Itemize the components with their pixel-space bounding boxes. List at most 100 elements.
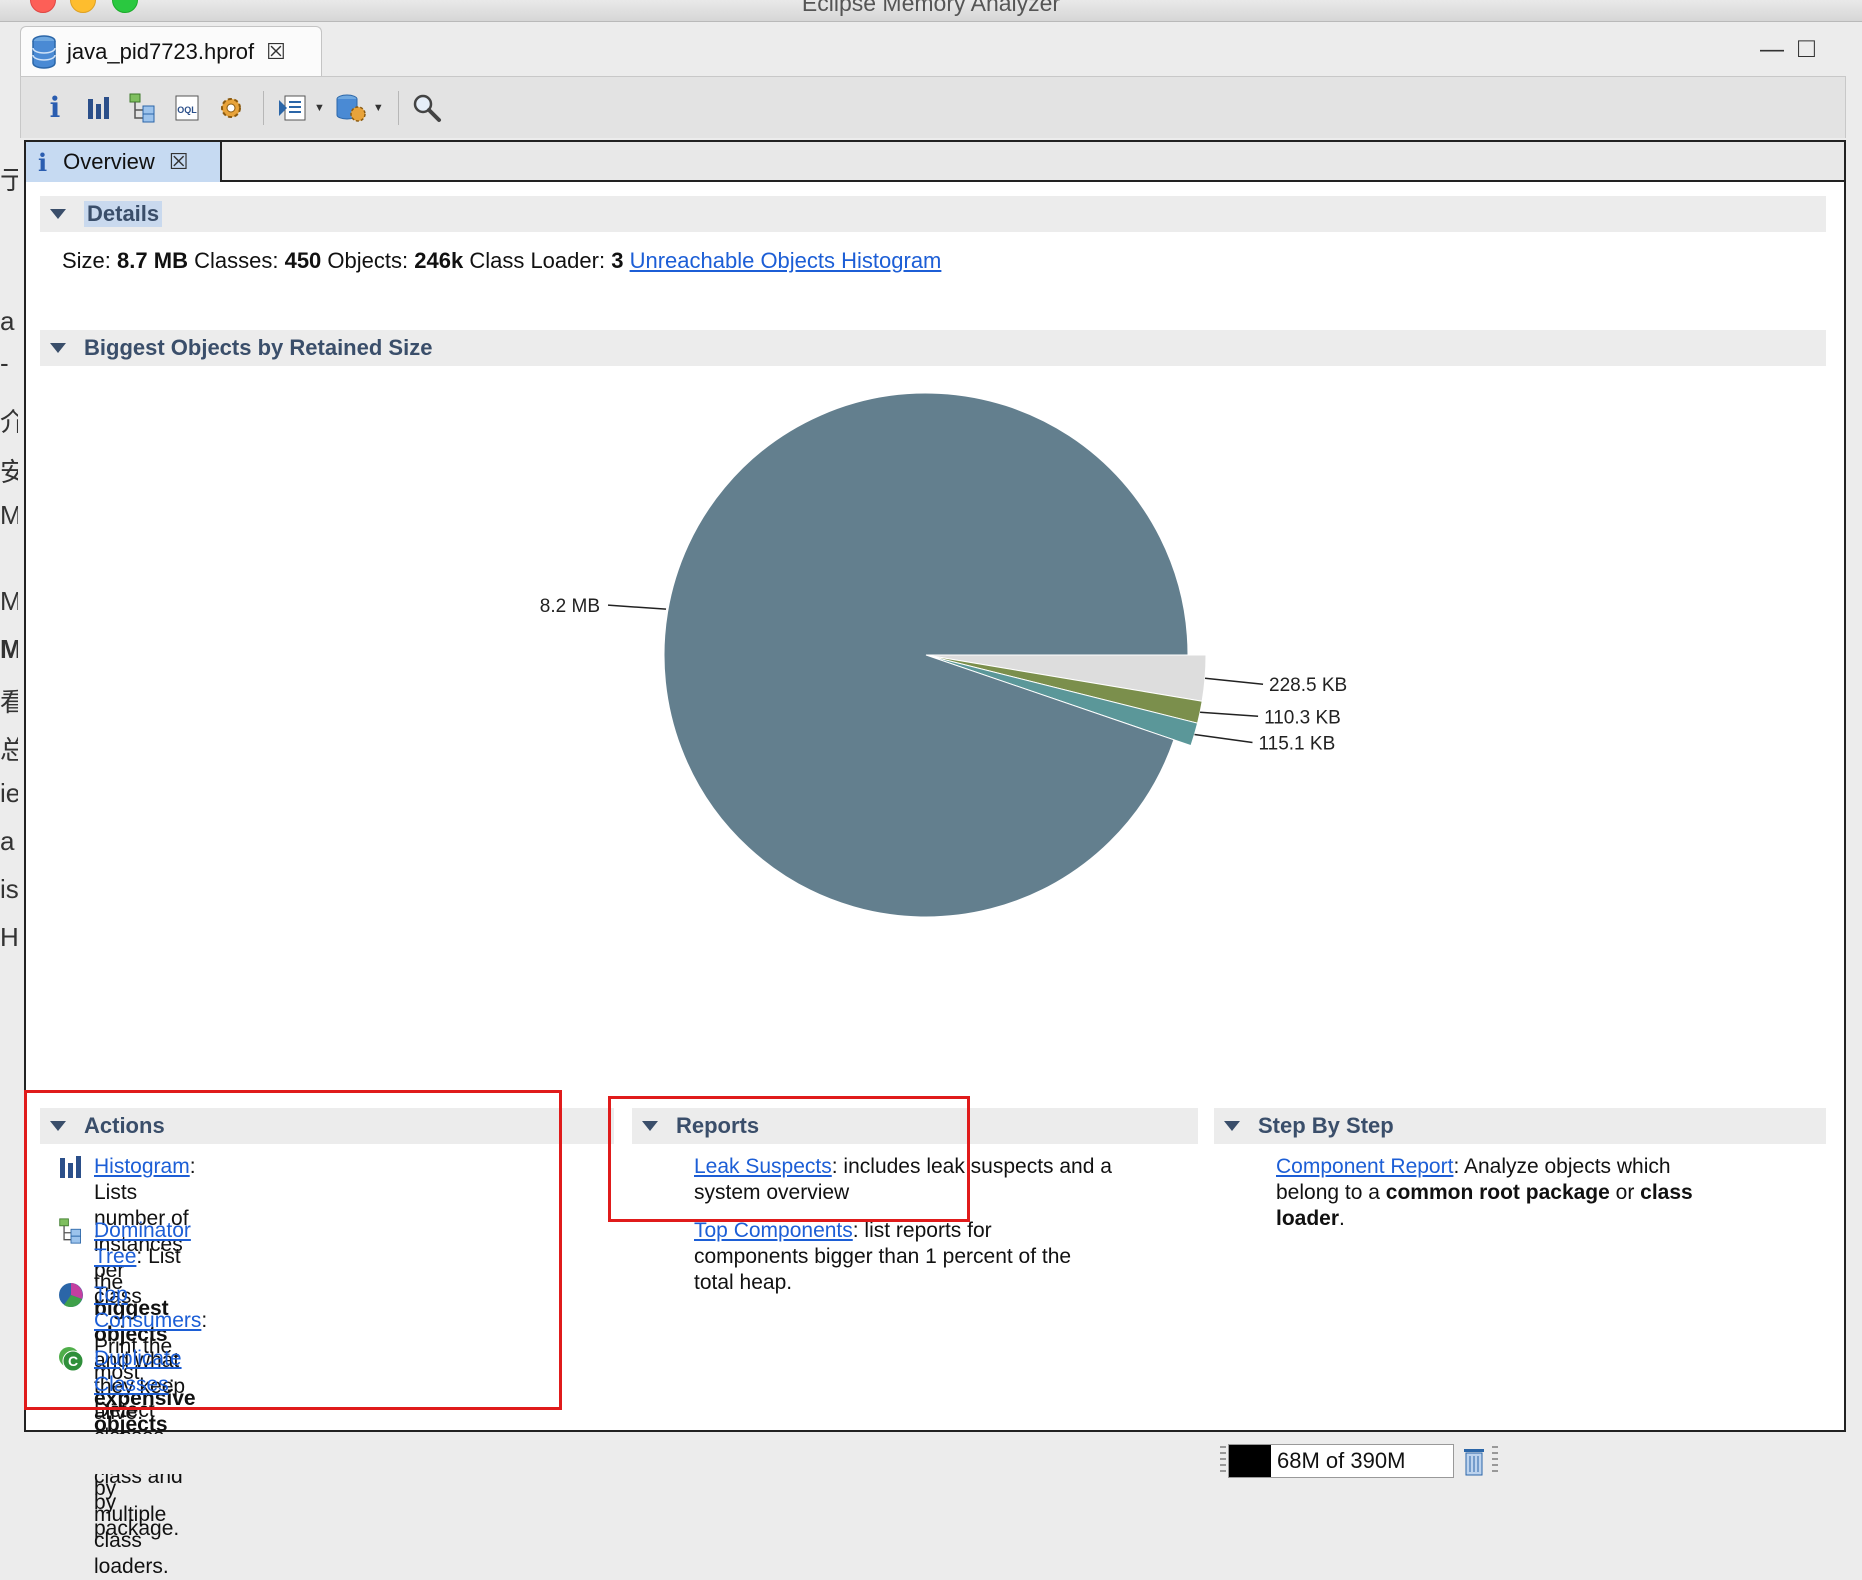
duplicate-classes-icon-text: C xyxy=(68,1353,78,1369)
oql-icon: OQL xyxy=(175,95,199,120)
list-item: Leak Suspects: includes leak suspects an… xyxy=(694,1154,1112,1206)
reports-section-header[interactable]: Reports xyxy=(632,1108,1198,1144)
duplicate-classes-desc: multiple class loaders. xyxy=(94,1503,169,1578)
toolbar-separator xyxy=(397,90,399,125)
heap-usage-text: 68M of 390M xyxy=(1277,1448,1406,1473)
pie-leader-line xyxy=(607,604,667,610)
toolbar: i OQL ▼ ▼ xyxy=(20,76,1846,138)
histogram-icon xyxy=(88,96,109,119)
database-gear-icon xyxy=(336,94,366,122)
pie-slice-label: 8.2 MB xyxy=(540,596,600,617)
heap-usage-bar xyxy=(1229,1445,1271,1477)
step-by-step-section-header[interactable]: Step By Step xyxy=(1214,1108,1826,1144)
status-grip xyxy=(1220,1446,1226,1474)
strip-text: 介 xyxy=(0,407,18,437)
dominator-tree-button[interactable] xyxy=(123,88,163,128)
pie-leader-line xyxy=(1200,711,1259,718)
top-components-desc: : list reports for xyxy=(852,1219,992,1242)
strip-text: - xyxy=(0,348,9,378)
pie-chart-icon xyxy=(59,1283,83,1308)
component-report-desc-bold: common root package xyxy=(1385,1181,1610,1204)
pie-slice[interactable] xyxy=(663,392,1189,918)
background-window-strip: 亍 a - 介 安 M M M 看 总 ie a is H xyxy=(0,22,18,1474)
pie-slice-label: 110.3 KB xyxy=(1264,707,1341,728)
dominator-tree-icon xyxy=(59,1218,81,1244)
minimize-view-icon[interactable]: — xyxy=(1760,36,1784,64)
close-tab-icon[interactable]: ☒ xyxy=(266,39,286,65)
actions-title: Actions xyxy=(84,1113,165,1138)
actions-list: Histogram: Lists number of instances per… xyxy=(58,1154,618,1578)
component-report-desc-bold: loader xyxy=(1276,1207,1340,1230)
biggest-objects-pie-chart: 228.5 KB110.3 KB115.1 KB8.2 MBTotal: 8.7… xyxy=(540,392,1347,918)
component-report-desc: belong to a xyxy=(1276,1181,1386,1204)
pie-leader-line xyxy=(1194,733,1253,744)
heap-dump-details-button[interactable] xyxy=(211,88,251,128)
strip-text: a xyxy=(0,826,15,856)
maximize-view-icon[interactable]: □ xyxy=(1798,32,1815,64)
component-report-desc: : Analyze objects which xyxy=(1453,1155,1671,1178)
top-consumers-link[interactable]: Top Consumers xyxy=(94,1283,201,1332)
component-report-desc: or xyxy=(1609,1181,1641,1204)
dominator-tree-icon xyxy=(129,93,155,122)
strip-text: 总 xyxy=(0,735,18,765)
top-components-desc: total heap. xyxy=(694,1271,793,1294)
top-components-desc: components bigger than 1 percent of the xyxy=(694,1245,1072,1268)
heap-dump-action-button[interactable] xyxy=(331,88,371,128)
pie-slice-label: 228.5 KB xyxy=(1269,675,1347,696)
status-bar: 68M of 390M xyxy=(0,1434,1862,1478)
list-item: Top Components: list reports for compone… xyxy=(694,1218,1071,1296)
collapse-triangle-icon[interactable] xyxy=(642,1121,658,1131)
gear-icon xyxy=(221,97,241,118)
status-grip xyxy=(1492,1446,1498,1474)
search-button[interactable] xyxy=(407,88,447,128)
chevron-down-icon[interactable]: ▼ xyxy=(373,102,384,114)
strip-text: a xyxy=(0,306,15,336)
strip-text: is xyxy=(0,874,18,904)
oql-button[interactable]: OQL xyxy=(167,88,207,128)
overview-button[interactable]: i xyxy=(35,88,75,128)
chevron-down-icon[interactable]: ▼ xyxy=(314,102,325,114)
strip-text: M xyxy=(0,586,18,616)
pie-slice-label: 115.1 KB xyxy=(1258,733,1335,754)
top-components-link[interactable]: Top Components xyxy=(694,1219,853,1242)
toolbar-separator xyxy=(263,90,264,125)
oql-icon-text: OQL xyxy=(177,105,197,115)
leak-suspects-desc: : includes leak suspects and a xyxy=(831,1155,1112,1178)
step-by-step-list: Component Report: Analyze objects which … xyxy=(1276,1154,1816,1354)
overview-editor: i Overview ☒ Details Size: 8.7 MB Classe… xyxy=(24,140,1846,1578)
strip-text: 亍 xyxy=(0,165,18,195)
duplicate-classes-icon: C xyxy=(59,1347,84,1372)
strip-text: M xyxy=(0,634,18,664)
component-report-link[interactable]: Component Report xyxy=(1276,1155,1453,1178)
editor-tab-heap-dump[interactable]: java_pid7723.hprof ☒ xyxy=(20,26,322,76)
window-title: Eclipse Memory Analyzer xyxy=(801,0,1061,16)
strip-text: 看 xyxy=(0,687,18,717)
histogram-icon xyxy=(60,1156,81,1178)
strip-text: ie xyxy=(0,778,18,808)
pie-leader-line xyxy=(1204,677,1264,685)
histogram-button[interactable] xyxy=(79,88,119,128)
collapse-triangle-icon[interactable] xyxy=(50,1121,66,1131)
search-icon xyxy=(413,94,441,122)
strip-text: H xyxy=(0,922,18,952)
leak-suspects-desc: system overview xyxy=(694,1181,850,1204)
database-icon xyxy=(32,34,56,69)
query-browser-button[interactable] xyxy=(272,88,312,128)
component-report-desc: . xyxy=(1339,1207,1345,1230)
info-icon: i xyxy=(49,91,61,124)
editor-tab-label: java_pid7723.hprof xyxy=(67,38,255,64)
histogram-link[interactable]: Histogram xyxy=(94,1155,190,1178)
heap-status-widget[interactable]: 68M of 390M xyxy=(1228,1444,1454,1478)
strip-text: 安 xyxy=(0,457,18,487)
reports-title: Reports xyxy=(676,1113,760,1138)
title-bar: Eclipse Memory Analyzer xyxy=(0,0,1862,22)
trash-icon[interactable] xyxy=(1462,1446,1486,1476)
strip-text: M xyxy=(0,500,18,530)
step-by-step-title: Step By Step xyxy=(1258,1113,1394,1138)
query-browser-icon xyxy=(279,95,306,120)
leak-suspects-link[interactable]: Leak Suspects xyxy=(694,1155,832,1178)
actions-section-header[interactable]: Actions xyxy=(40,1108,614,1144)
collapse-triangle-icon[interactable] xyxy=(1224,1121,1240,1131)
component-report-desc-bold: class xyxy=(1640,1181,1693,1204)
reports-list: Leak Suspects: includes leak suspects an… xyxy=(694,1154,1194,1354)
